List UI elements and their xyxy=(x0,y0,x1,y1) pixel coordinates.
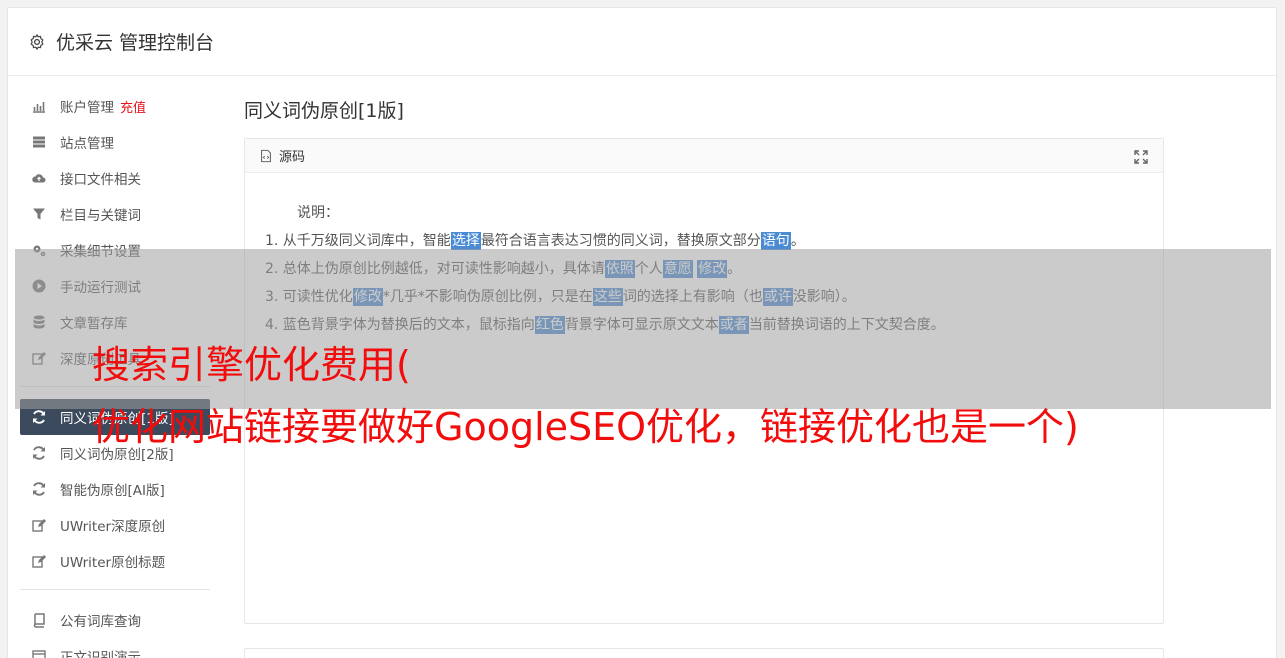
sidebar-item[interactable]: 公有词库查询 xyxy=(20,602,210,638)
panel-header: 源码 xyxy=(245,139,1163,173)
window-icon xyxy=(32,650,46,658)
edit-icon xyxy=(32,555,46,568)
overlay-headline-line1: 搜索引擎优化费用( xyxy=(92,343,411,387)
sidebar-item-label: 栏目与关键词 xyxy=(60,208,141,224)
sidebar-item-label: 站点管理 xyxy=(60,136,114,152)
bar-chart-icon xyxy=(33,102,45,113)
line-text: 最符合语言表达习惯的同义词，替换原文部分 xyxy=(480,233,761,249)
main-content: 同义词伪原创[1版] 源码 说明： 1. 从千万级同义词库中，智能选择最符合语言… xyxy=(244,96,1164,624)
top-header: 优采云 管理控制台 xyxy=(8,8,1276,76)
sidebar-item[interactable]: 栏目与关键词 xyxy=(20,196,210,232)
sidebar-item-label: 正文识别演示 xyxy=(60,650,141,658)
sidebar-item-label: 接口文件相关 xyxy=(60,172,141,188)
book-icon xyxy=(33,613,45,628)
sidebar-item[interactable]: UWriter原创标题 xyxy=(20,543,210,579)
sidebar-item[interactable]: 站点管理 xyxy=(20,124,210,160)
sidebar-item-label: 公有词库查询 xyxy=(60,614,141,630)
sidebar-item-label: UWriter深度原创 xyxy=(60,519,166,535)
overlay-headline-line2: 优化网站链接要做好GoogleSEO优化，链接优化也是一个) xyxy=(92,405,1079,449)
cloud-upload-icon xyxy=(32,174,46,183)
sidebar-item-label: 账户管理 xyxy=(60,100,114,116)
line-text: 1. 从千万级同义词库中，智能 xyxy=(265,233,451,249)
instructions-heading: 说明： xyxy=(297,205,339,221)
panel-header-label: 源码 xyxy=(279,150,306,165)
gear-icon xyxy=(30,33,44,50)
sidebar-item[interactable]: 智能伪原创[AI版] xyxy=(20,471,210,507)
line-text: 。 xyxy=(790,233,805,249)
book-icon xyxy=(30,612,48,628)
code-file-icon xyxy=(261,149,271,162)
refresh-icon xyxy=(30,481,48,497)
refresh-icon xyxy=(33,446,45,460)
fullscreen-icon[interactable] xyxy=(1133,149,1149,165)
refresh-icon xyxy=(33,482,45,496)
filter-icon xyxy=(30,206,48,222)
sidebar-item[interactable]: 接口文件相关 xyxy=(20,160,210,196)
sidebar-item[interactable]: UWriter深度原创 xyxy=(20,507,210,543)
server-icon xyxy=(30,134,48,150)
server-icon xyxy=(33,136,45,148)
sidebar-item-label: 智能伪原创[AI版] xyxy=(60,483,165,499)
edit-icon xyxy=(30,553,48,569)
replaced-word[interactable]: 语句 xyxy=(760,232,791,250)
refresh-icon xyxy=(30,409,48,425)
bar-chart-icon xyxy=(30,98,48,114)
edit-icon xyxy=(32,519,46,532)
window-icon xyxy=(30,648,48,658)
secondary-panel xyxy=(244,648,1164,658)
refresh-icon xyxy=(33,410,45,424)
edit-icon xyxy=(30,517,48,533)
sidebar-item[interactable]: 账户管理 充值 xyxy=(20,88,210,124)
sidebar-divider xyxy=(20,589,210,590)
page-title: 同义词伪原创[1版] xyxy=(244,100,404,122)
sidebar-item[interactable]: 正文识别演示 xyxy=(20,638,210,658)
sidebar-item-label: UWriter原创标题 xyxy=(60,555,166,571)
cloud-upload-icon xyxy=(30,170,48,186)
refresh-icon xyxy=(30,445,48,461)
recharge-link[interactable]: 充值 xyxy=(120,97,146,116)
replaced-word[interactable]: 选择 xyxy=(450,232,481,250)
app-title: 优采云 管理控制台 xyxy=(56,32,215,54)
filter-icon xyxy=(33,208,45,220)
